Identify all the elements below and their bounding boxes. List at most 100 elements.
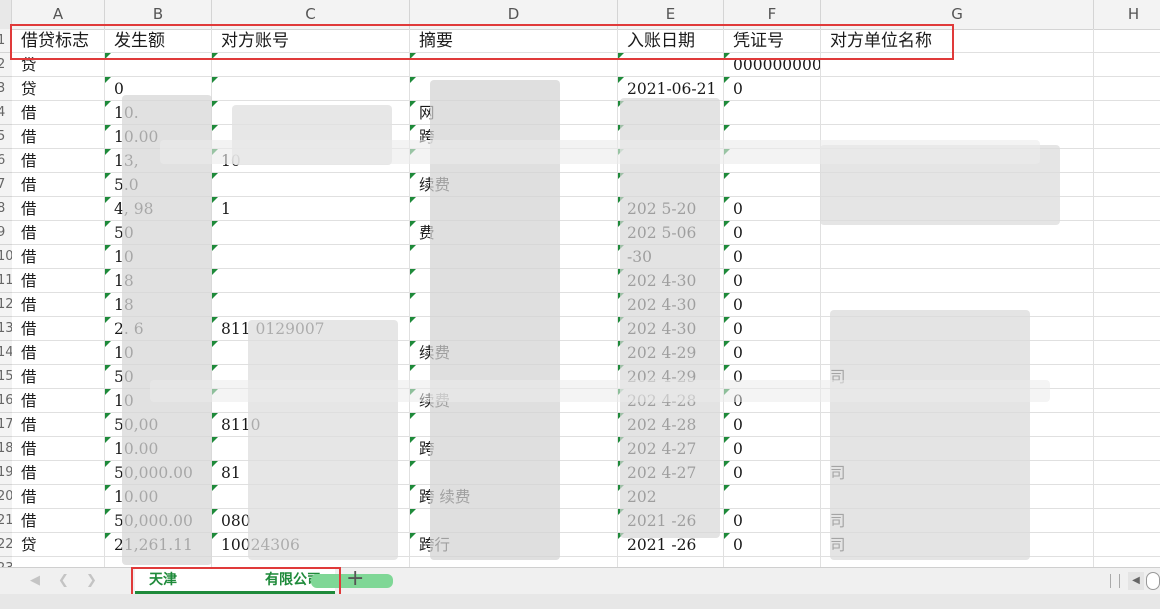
- row-number[interactable]: 7: [0, 173, 12, 197]
- table-cell[interactable]: [212, 173, 410, 197]
- row-number[interactable]: 23: [0, 557, 12, 567]
- table-cell[interactable]: 0: [724, 437, 821, 461]
- table-cell[interactable]: [724, 557, 821, 567]
- table-cell[interactable]: [1094, 125, 1160, 149]
- table-cell[interactable]: 0: [724, 197, 821, 221]
- horizontal-scrollbar-thumb[interactable]: [1146, 572, 1160, 590]
- table-cell[interactable]: [821, 101, 1094, 125]
- table-cell[interactable]: 贷: [12, 77, 105, 101]
- table-cell[interactable]: [1094, 389, 1160, 413]
- table-cell[interactable]: [1094, 269, 1160, 293]
- row-number[interactable]: 9: [0, 221, 12, 245]
- table-cell[interactable]: 0: [724, 509, 821, 533]
- add-sheet-icon[interactable]: +: [346, 566, 364, 591]
- table-cell[interactable]: [821, 77, 1094, 101]
- table-cell[interactable]: 1: [212, 197, 410, 221]
- table-cell[interactable]: [212, 245, 410, 269]
- table-cell[interactable]: 0: [724, 317, 821, 341]
- table-cell[interactable]: [1094, 77, 1160, 101]
- table-cell[interactable]: [1094, 509, 1160, 533]
- table-cell[interactable]: [821, 245, 1094, 269]
- table-cell[interactable]: 0: [724, 533, 821, 557]
- table-cell[interactable]: [724, 101, 821, 125]
- table-cell[interactable]: 借: [12, 101, 105, 125]
- table-cell[interactable]: [212, 269, 410, 293]
- scroll-left-icon[interactable]: ◀: [1128, 572, 1144, 590]
- table-cell[interactable]: 借: [12, 485, 105, 509]
- table-cell[interactable]: [1094, 317, 1160, 341]
- row-number[interactable]: 20: [0, 485, 12, 509]
- table-cell[interactable]: [1094, 413, 1160, 437]
- table-cell[interactable]: 借: [12, 197, 105, 221]
- row-number[interactable]: 6: [0, 149, 12, 173]
- sheet-nav-prev-icon[interactable]: ❮: [58, 573, 69, 588]
- table-cell[interactable]: [1094, 533, 1160, 557]
- table-cell[interactable]: [821, 269, 1094, 293]
- table-cell[interactable]: [1094, 485, 1160, 509]
- table-cell[interactable]: 借: [12, 149, 105, 173]
- table-cell[interactable]: 0: [724, 77, 821, 101]
- table-cell[interactable]: 借: [12, 125, 105, 149]
- table-cell[interactable]: 借: [12, 269, 105, 293]
- table-cell[interactable]: 0: [724, 461, 821, 485]
- row-number[interactable]: 18: [0, 437, 12, 461]
- table-cell[interactable]: 0: [724, 269, 821, 293]
- table-cell[interactable]: [618, 557, 724, 567]
- row-number[interactable]: 11: [0, 269, 12, 293]
- row-number[interactable]: 21: [0, 509, 12, 533]
- table-cell[interactable]: 借: [12, 461, 105, 485]
- table-cell[interactable]: 借: [12, 221, 105, 245]
- tab-split-handle[interactable]: [1110, 574, 1120, 588]
- empty-cell[interactable]: [1094, 29, 1160, 53]
- column-header-h[interactable]: H: [1094, 0, 1160, 29]
- table-cell[interactable]: [724, 485, 821, 509]
- table-cell[interactable]: [1094, 365, 1160, 389]
- table-cell[interactable]: 借: [12, 365, 105, 389]
- row-number[interactable]: 15: [0, 365, 12, 389]
- table-cell[interactable]: 借: [12, 437, 105, 461]
- table-cell[interactable]: [1094, 293, 1160, 317]
- table-cell[interactable]: [1094, 221, 1160, 245]
- table-cell[interactable]: 借: [12, 509, 105, 533]
- spreadsheet-grid[interactable]: A B C D E F G H 1 借贷标志 发生额 对方账号 摘要 入账日期 …: [0, 0, 1160, 567]
- table-cell[interactable]: 借: [12, 317, 105, 341]
- table-cell[interactable]: 借: [12, 341, 105, 365]
- table-cell[interactable]: [1094, 557, 1160, 567]
- table-cell[interactable]: 贷: [12, 533, 105, 557]
- table-cell[interactable]: [1094, 101, 1160, 125]
- row-number[interactable]: 17: [0, 413, 12, 437]
- row-number[interactable]: 12: [0, 293, 12, 317]
- table-cell[interactable]: [1094, 461, 1160, 485]
- row-number[interactable]: 5: [0, 125, 12, 149]
- table-cell[interactable]: [1094, 197, 1160, 221]
- table-cell[interactable]: 0: [724, 293, 821, 317]
- row-number[interactable]: 3: [0, 77, 12, 101]
- table-cell[interactable]: 借: [12, 413, 105, 437]
- table-cell[interactable]: [1094, 341, 1160, 365]
- row-number[interactable]: 10: [0, 245, 12, 269]
- table-cell[interactable]: [1094, 53, 1160, 77]
- table-cell[interactable]: 借: [12, 389, 105, 413]
- table-cell[interactable]: [1094, 173, 1160, 197]
- table-cell[interactable]: 借: [12, 245, 105, 269]
- table-cell[interactable]: 借: [12, 293, 105, 317]
- row-number[interactable]: 8: [0, 197, 12, 221]
- table-cell[interactable]: [12, 557, 105, 567]
- table-cell[interactable]: 0: [724, 341, 821, 365]
- sheet-nav-first-icon[interactable]: ◀: [30, 573, 40, 588]
- table-cell[interactable]: [1094, 437, 1160, 461]
- row-number[interactable]: 13: [0, 317, 12, 341]
- row-number[interactable]: 16: [0, 389, 12, 413]
- row-number[interactable]: 4: [0, 101, 12, 125]
- sheet-nav-next-icon[interactable]: ❯: [86, 573, 97, 588]
- table-cell[interactable]: 借: [12, 173, 105, 197]
- table-cell[interactable]: 0: [724, 245, 821, 269]
- table-cell[interactable]: [212, 221, 410, 245]
- table-cell[interactable]: 0: [724, 413, 821, 437]
- table-cell[interactable]: [1094, 149, 1160, 173]
- table-cell[interactable]: 0: [724, 221, 821, 245]
- row-number[interactable]: 22: [0, 533, 12, 557]
- table-cell[interactable]: [212, 77, 410, 101]
- row-number[interactable]: 19: [0, 461, 12, 485]
- table-cell[interactable]: [212, 293, 410, 317]
